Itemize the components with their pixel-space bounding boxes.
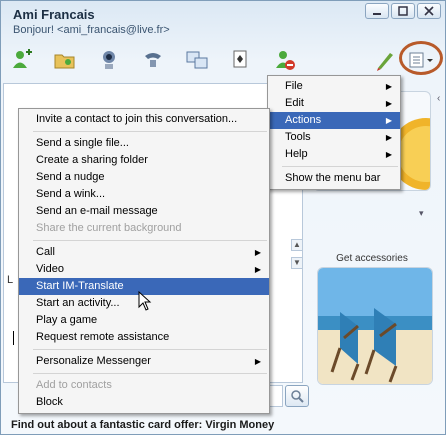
menu-item-share-background: Share the current background (36, 222, 182, 234)
close-icon (424, 6, 434, 16)
submenu-arrow-icon: ▶ (385, 116, 392, 125)
menu-item-send-file[interactable]: Send a single file... (19, 135, 269, 152)
share-icon (186, 51, 208, 69)
menu-item-label: Tools (285, 131, 311, 143)
scroll-down-button[interactable]: ▼ (291, 257, 303, 269)
invite-contact-button[interactable] (7, 46, 35, 74)
menu-item-call[interactable]: Call ▶ (19, 244, 269, 261)
send-files-button[interactable] (51, 46, 79, 74)
share-button[interactable] (183, 46, 211, 74)
phone-icon (145, 53, 161, 67)
contact-name: Ami Francais (13, 7, 95, 22)
menu-item-sharing-folder[interactable]: Create a sharing folder (19, 152, 269, 169)
menu-item-label: Actions (285, 114, 322, 126)
submenu-arrow-icon: ▶ (385, 99, 392, 108)
actions-menu: Invite a contact to join this conversati… (18, 108, 270, 414)
webcam-icon (103, 51, 115, 69)
menu-item-invite-contact[interactable]: Invite a contact to join this conversati… (19, 111, 269, 128)
search-icon (291, 390, 304, 403)
main-menu: File ▶ Edit ▶ Actions ▶ Tools ▶ Help ▶ S… (267, 75, 401, 190)
close-button[interactable] (417, 3, 441, 19)
menu-item-tools[interactable]: Tools ▶ (268, 129, 400, 146)
contact-status: Bonjour! <ami_francais@live.fr> (13, 24, 170, 36)
menu-item-video[interactable]: Video ▶ (19, 261, 269, 278)
my-display-picture[interactable] (317, 267, 433, 385)
menu-item-label: File (285, 80, 303, 92)
block-contact-icon (276, 51, 295, 70)
menu-separator (33, 349, 267, 350)
window-controls (365, 3, 441, 19)
minimize-icon (373, 13, 381, 15)
menu-item-personalize[interactable]: Personalize Messenger ▶ (19, 353, 269, 370)
menu-item-show-menu-bar[interactable]: Show the menu bar (268, 170, 400, 187)
menu-item-block[interactable]: Block (19, 394, 269, 411)
menu-item-send-wink[interactable]: Send a wink... (19, 186, 269, 203)
menu-separator (33, 373, 267, 374)
menu-item-send-email[interactable]: Send an e-mail message (19, 203, 269, 220)
submenu-arrow-icon: ▶ (254, 357, 261, 366)
menu-item-help[interactable]: Help ▶ (268, 146, 400, 163)
ad-banner[interactable]: Find out about a fantastic card offer: V… (1, 415, 445, 435)
submenu-arrow-icon: ▶ (385, 150, 392, 159)
menu-item-add-to-contacts: Add to contacts (36, 379, 112, 391)
menu-separator (282, 166, 398, 167)
get-accessories-link[interactable]: Get accessories (311, 253, 433, 264)
chevron-down-icon[interactable]: ▾ (419, 208, 424, 219)
folder-icon (54, 54, 75, 69)
menu-item-remote-assistance[interactable]: Request remote assistance (19, 329, 269, 346)
maximize-button[interactable] (391, 3, 415, 19)
text-caret (13, 331, 14, 345)
emoticon-scroll: ▲ ▼ (291, 239, 305, 275)
history-fragment-text: L (7, 274, 14, 286)
mouse-cursor-icon (138, 291, 152, 311)
games-icon (233, 50, 247, 68)
submenu-arrow-icon: ▶ (385, 82, 392, 91)
submenu-arrow-icon: ▶ (254, 248, 261, 257)
pen-icon (377, 53, 393, 71)
call-button[interactable] (139, 46, 167, 74)
highlight-ring (399, 41, 443, 75)
maximize-icon (398, 6, 408, 16)
toolbar (1, 41, 445, 79)
block-button[interactable] (271, 46, 299, 74)
beach-chairs-image (318, 268, 432, 384)
submenu-arrow-icon: ▶ (254, 265, 261, 274)
menu-item-edit[interactable]: Edit ▶ (268, 95, 400, 112)
collapse-panel-icon[interactable]: ‹ (437, 93, 440, 104)
menu-item-label: Personalize Messenger (36, 355, 151, 367)
video-button[interactable] (95, 46, 123, 74)
menu-item-label: Help (285, 148, 308, 160)
add-contact-icon (13, 49, 32, 68)
title-bar: Ami Francais Bonjour! <ami_francais@live… (1, 1, 445, 41)
search-button[interactable] (285, 385, 309, 407)
menu-separator (33, 240, 267, 241)
scroll-up-button[interactable]: ▲ (291, 239, 303, 251)
menu-item-label: Video (36, 263, 64, 275)
menu-item-play-game[interactable]: Play a game (19, 312, 269, 329)
minimize-button[interactable] (365, 3, 389, 19)
menu-item-label: Edit (285, 97, 304, 109)
submenu-arrow-icon: ▶ (385, 133, 392, 142)
menu-item-actions[interactable]: Actions ▶ (268, 112, 400, 129)
menu-item-label: Call (36, 246, 55, 258)
menu-item-file[interactable]: File ▶ (268, 78, 400, 95)
ink-button[interactable] (371, 46, 399, 74)
menu-separator (33, 131, 267, 132)
games-button[interactable] (227, 46, 255, 74)
menu-item-send-nudge[interactable]: Send a nudge (19, 169, 269, 186)
